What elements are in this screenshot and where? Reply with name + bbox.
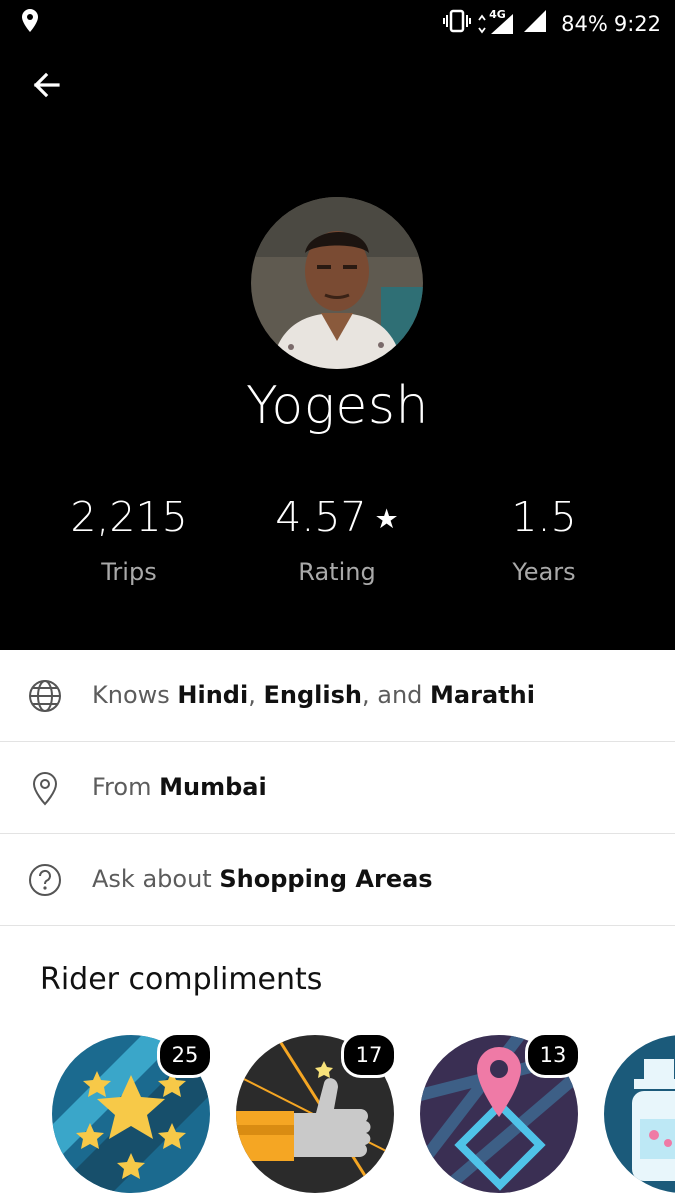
rating-label: Rating xyxy=(298,558,376,586)
back-button[interactable] xyxy=(28,66,66,104)
hometown-row: From Mumbai xyxy=(0,742,675,834)
ask-about-row: Ask about Shopping Areas xyxy=(0,834,675,926)
clock: 9:22 xyxy=(613,11,661,36)
network-4g-icon: 4G xyxy=(477,8,517,36)
compliment-clean-car[interactable] xyxy=(604,1035,675,1193)
stat-years: 1.5 Years xyxy=(444,490,644,586)
question-circle-icon xyxy=(27,862,63,898)
compliment-count-badge: 17 xyxy=(341,1032,397,1078)
driver-name: Yogesh xyxy=(246,376,429,436)
compliment-count-badge: 25 xyxy=(157,1032,213,1078)
star-icon: ★ xyxy=(374,504,399,535)
cleaning-spray-icon xyxy=(604,1035,675,1193)
years-value: 1.5 xyxy=(511,493,577,541)
compliments-title: Rider compliments xyxy=(40,962,323,997)
compliment-count-badge: 13 xyxy=(525,1032,581,1078)
location-pin-icon xyxy=(27,770,63,806)
arrow-left-icon xyxy=(33,72,60,98)
battery-percent: 84% xyxy=(561,11,608,36)
driver-avatar xyxy=(251,197,423,369)
stat-rating: 4.57 ★ Rating xyxy=(237,490,437,586)
trips-label: Trips xyxy=(101,558,157,586)
rating-value: 4.57 xyxy=(275,493,367,541)
signal-icon xyxy=(523,9,547,38)
vibrate-icon xyxy=(443,9,472,38)
location-status-icon xyxy=(20,8,40,38)
languages-row: Knows Hindi, English, and Marathi xyxy=(0,650,675,742)
stat-trips: 2,215 Trips xyxy=(29,490,229,586)
years-label: Years xyxy=(512,558,576,586)
globe-icon xyxy=(27,678,63,714)
trips-value: 2,215 xyxy=(70,493,188,541)
status-bar: 4G 84% 9:22 xyxy=(0,0,675,42)
